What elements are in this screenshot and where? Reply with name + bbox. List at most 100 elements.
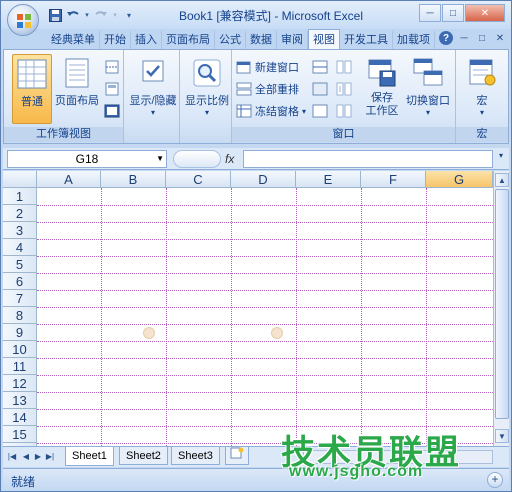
row-header-15[interactable]: 15 (3, 426, 37, 443)
last-sheet-icon[interactable]: ▶| (45, 451, 55, 463)
view-side-by-side-button[interactable] (336, 58, 352, 76)
reset-window-position-button[interactable] (336, 102, 352, 120)
tab-formulas[interactable]: 公式 (215, 31, 246, 49)
row-header-12[interactable]: 12 (3, 375, 37, 392)
new-window-icon (236, 61, 251, 74)
arrange-all-label: 全部重排 (255, 84, 299, 96)
tab-classic-menu[interactable]: 经典菜单 (47, 31, 100, 49)
expand-formula-bar-icon[interactable]: ▾ (495, 151, 507, 165)
normal-view-button[interactable]: 普通 (12, 54, 52, 124)
workbook-close-button[interactable]: ✕ (493, 31, 507, 45)
sheet-tab-sheet1[interactable]: Sheet1 (65, 447, 114, 466)
chevron-down-icon[interactable]: ▼ (156, 151, 164, 167)
close-button[interactable]: ✕ (465, 4, 505, 22)
page-break-icon (105, 60, 119, 74)
title-bar: ▾ ▾ ▾ Book1 [兼容模式] - Microsoft Excel ─ □… (1, 1, 511, 29)
next-sheet-icon[interactable]: ▶ (33, 451, 43, 463)
row-header-1[interactable]: 1 (3, 188, 37, 205)
select-all-button[interactable] (3, 171, 37, 188)
split-icon (312, 60, 328, 74)
hide-window-button[interactable] (312, 80, 328, 98)
tab-view[interactable]: 视图 (308, 29, 340, 49)
vertical-scrollbar[interactable]: ▲ ▼ (493, 171, 509, 446)
reset-position-icon (336, 104, 352, 118)
row-header-7[interactable]: 7 (3, 290, 37, 307)
save-workspace-label-l2: 工作区 (365, 105, 399, 117)
tab-insert[interactable]: 插入 (131, 31, 162, 49)
full-screen-button[interactable] (104, 102, 120, 120)
insert-function-icon[interactable]: fx (225, 152, 234, 166)
name-box[interactable]: G18 ▼ (7, 150, 167, 168)
column-header-f[interactable]: F (361, 171, 426, 188)
macros-label: 宏 (476, 95, 488, 107)
help-icon[interactable]: ? (439, 31, 453, 45)
column-header-d[interactable]: D (231, 171, 296, 188)
tab-home[interactable]: 开始 (100, 31, 131, 49)
zoom-button[interactable]: 显示比例 ▾ (182, 57, 232, 117)
tab-page-layout[interactable]: 页面布局 (162, 31, 215, 49)
row-header-3[interactable]: 3 (3, 222, 37, 239)
formula-input[interactable] (243, 150, 493, 168)
switch-windows-button[interactable]: 切换窗口 ▾ (404, 57, 452, 117)
group-macros: 宏 ▾ 宏 (456, 50, 508, 143)
page-layout-icon (65, 58, 89, 88)
new-window-button[interactable]: 新建窗口 (236, 58, 299, 76)
insert-sheet-button[interactable] (225, 447, 249, 465)
minimize-button[interactable]: ─ (419, 4, 441, 22)
sheet-tab-sheet3[interactable]: Sheet3 (171, 447, 220, 465)
workbook-restore-button[interactable]: □ (475, 31, 489, 45)
vertical-scroll-thumb[interactable] (495, 189, 509, 419)
workbook-minimize-button[interactable]: ─ (457, 31, 471, 45)
row-header-4[interactable]: 4 (3, 239, 37, 256)
column-header-c[interactable]: C (166, 171, 231, 188)
save-workspace-button[interactable]: 保存 工作区 (362, 57, 402, 118)
row-header-5[interactable]: 5 (3, 256, 37, 273)
column-header-e[interactable]: E (296, 171, 361, 188)
unhide-window-button[interactable] (312, 102, 328, 120)
formula-bar-resize-handle[interactable] (173, 150, 221, 168)
row-header-8[interactable]: 8 (3, 307, 37, 324)
sheet-tab-sheet2[interactable]: Sheet2 (119, 447, 168, 465)
tab-developer[interactable]: 开发工具 (340, 31, 393, 49)
formula-bar: G18 ▼ fx ▾ (3, 148, 509, 170)
tab-data[interactable]: 数据 (246, 31, 277, 49)
page-break-preview-button[interactable] (104, 58, 120, 76)
scroll-down-icon[interactable]: ▼ (495, 429, 509, 443)
tab-addins[interactable]: 加载项 (393, 31, 435, 49)
office-button[interactable] (7, 4, 39, 36)
gridline-row (37, 426, 493, 427)
row-header-9[interactable]: 9 (3, 324, 37, 341)
horizontal-scrollbar[interactable] (303, 450, 493, 464)
row-header-14[interactable]: 14 (3, 409, 37, 426)
show-hide-button[interactable]: 显示/隐藏 ▾ (128, 57, 178, 117)
maximize-button[interactable]: □ (442, 4, 464, 22)
freeze-panes-button[interactable]: 冻结窗格 ▾ (236, 102, 306, 120)
group-show-hide: 显示/隐藏 ▾ (124, 50, 180, 143)
row-header-2[interactable]: 2 (3, 205, 37, 222)
arrange-all-button[interactable]: 全部重排 (236, 80, 299, 98)
row-header-11[interactable]: 11 (3, 358, 37, 375)
row-header-13[interactable]: 13 (3, 392, 37, 409)
unhide-window-icon (312, 104, 328, 118)
row-header-10[interactable]: 10 (3, 341, 37, 358)
custom-views-button[interactable] (104, 80, 120, 98)
zoom-in-icon[interactable]: + (487, 472, 503, 488)
tab-review[interactable]: 审阅 (277, 31, 308, 49)
macros-button[interactable]: 宏 ▾ (460, 57, 504, 117)
split-button[interactable] (312, 58, 328, 76)
prev-sheet-icon[interactable]: ◀ (21, 451, 31, 463)
page-layout-view-button[interactable]: 页面布局 (54, 57, 100, 108)
column-header-a[interactable]: A (37, 171, 101, 188)
ribbon-tab-controls: ? ─ □ ✕ (439, 31, 507, 45)
faint-mark (143, 327, 155, 339)
scroll-up-icon[interactable]: ▲ (495, 173, 509, 187)
worksheet-grid[interactable]: A B C D E F G 1 2 3 4 5 6 7 8 9 10 11 12… (3, 171, 493, 446)
status-bar: 就绪 + (3, 468, 509, 491)
synchronous-scrolling-button[interactable] (336, 80, 352, 98)
first-sheet-icon[interactable]: |◀ (7, 451, 17, 463)
sheet-tab-bar: |◀ ◀ ▶ ▶| Sheet1 Sheet2 Sheet3 (3, 446, 509, 467)
row-header-6[interactable]: 6 (3, 273, 37, 290)
column-header-b[interactable]: B (101, 171, 166, 188)
gridline-row (37, 273, 493, 274)
column-header-g[interactable]: G (426, 171, 493, 188)
